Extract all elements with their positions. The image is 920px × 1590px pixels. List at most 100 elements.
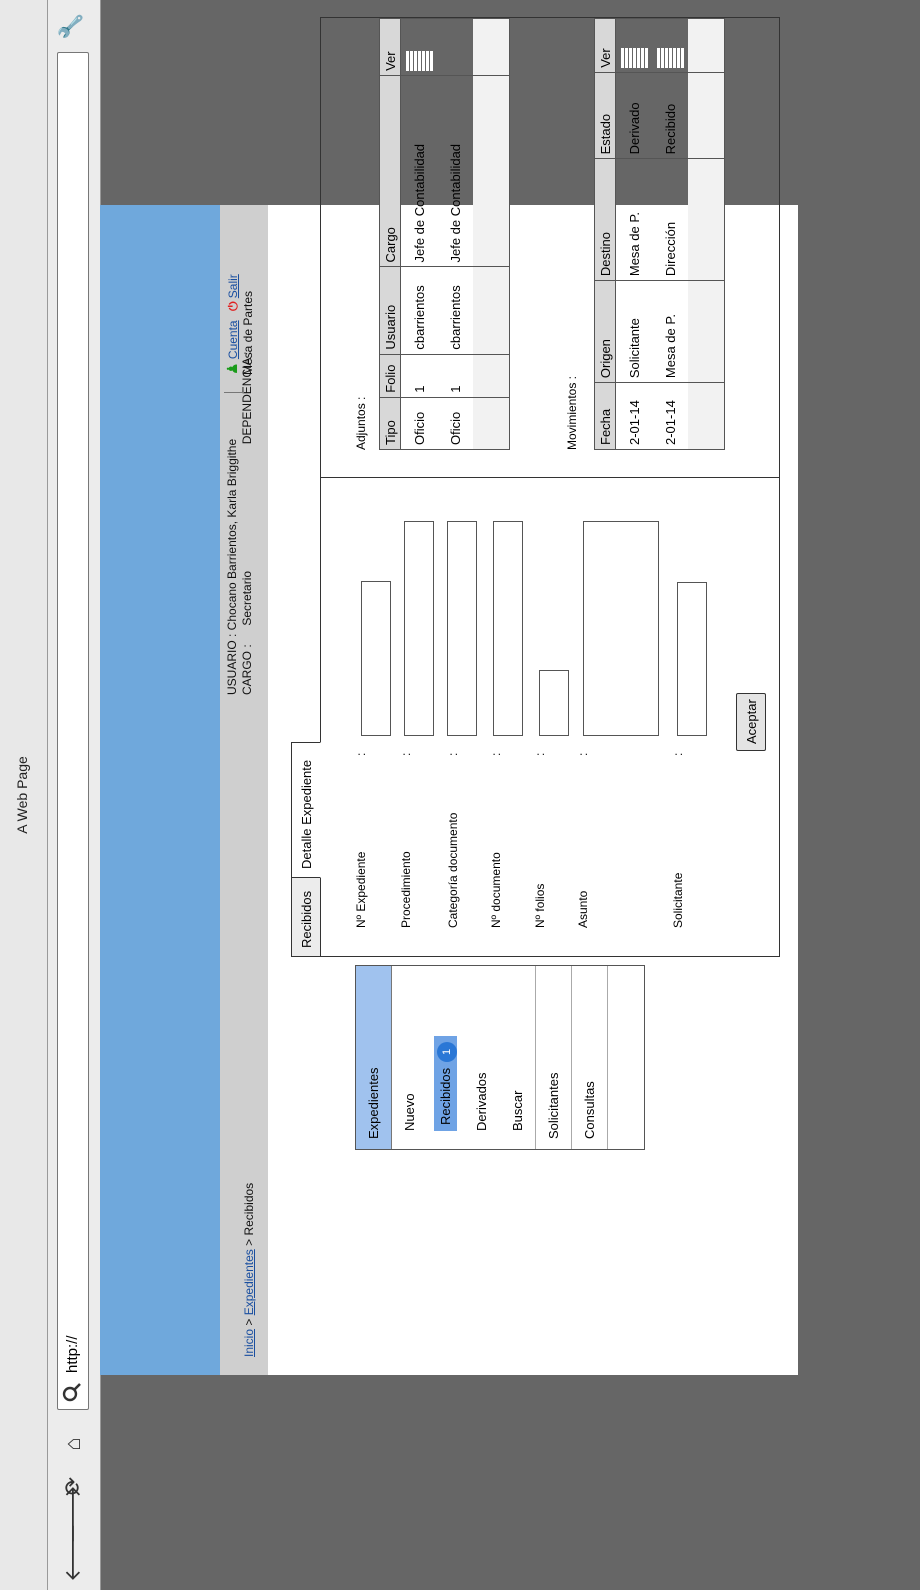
sidebar-item-consultas[interactable]: Consultas xyxy=(572,966,608,1149)
colon: : xyxy=(354,752,368,756)
url-input[interactable] xyxy=(63,71,82,1375)
address-bar[interactable] xyxy=(57,52,89,1410)
sidebar-item-label: Recibidos 1 xyxy=(434,1035,457,1131)
n-folios-label: Nº folios xyxy=(533,883,547,928)
cell-usuario: cbarrientos xyxy=(400,267,437,355)
window-titlebar: A Web Page xyxy=(0,0,48,1590)
view-icon[interactable] xyxy=(620,47,648,68)
cell-destino: Dirección xyxy=(652,158,688,281)
sidebar-item-label: Nuevo xyxy=(402,1093,417,1131)
sidebar-item-buscar[interactable]: Buscar xyxy=(500,966,536,1149)
cell-destino: Mesa de P. xyxy=(615,158,652,281)
table-row-empty xyxy=(473,18,510,450)
reload-icon[interactable]: ⟳ xyxy=(58,1472,88,1500)
cell-estado: Derivado xyxy=(615,72,652,159)
cell-tipo: Oficio xyxy=(400,397,437,450)
forward-arrow-icon[interactable]: 🡒 xyxy=(58,1485,88,1544)
back-arrow-icon[interactable]: 🡐 xyxy=(58,1523,88,1582)
view-icon[interactable] xyxy=(405,50,433,71)
account-links: ♟ Cuenta ⏻ Salir Mesa de Partes xyxy=(224,274,256,375)
user-info: USUARIO : Chocano Barrientos, Karla Brig… xyxy=(225,352,255,695)
cell-fecha: 2-01-14 xyxy=(615,382,652,450)
colon: : xyxy=(489,752,503,756)
cargo-value: Secretario xyxy=(240,570,254,626)
breadcrumb-inicio-link[interactable]: Inicio xyxy=(242,1329,256,1357)
app-header: Inicio > Expedientes > Recibidos USUARIO… xyxy=(220,205,268,1375)
panel-divider xyxy=(321,477,779,478)
tab-detalle-expediente[interactable]: Detalle Expediente xyxy=(291,742,321,878)
table-row: Oficio 1 cbarrientos Jefe de Contabilida… xyxy=(400,18,437,450)
sidebar: Expedientes Nuevo Recibidos 1 Derivados B… xyxy=(355,965,645,1150)
cell-cargo: Jefe de Contabilidad xyxy=(400,75,437,267)
cell-tipo: Oficio xyxy=(437,397,473,450)
tab-label: Detalle Expediente xyxy=(299,759,314,869)
column-header: Estado xyxy=(594,72,616,159)
tab-recibidos[interactable]: Recibidos xyxy=(291,877,321,957)
column-header: Destino xyxy=(594,158,616,281)
sidebar-item-derivados[interactable]: Derivados xyxy=(464,966,500,1149)
sidebar-item-text: Recibidos xyxy=(438,1067,453,1125)
window-title: A Web Page xyxy=(14,756,30,834)
app-page: Inicio > Expedientes > Recibidos USUARIO… xyxy=(220,17,798,1375)
asunto-label: Asunto xyxy=(576,890,590,928)
column-header: Tipo xyxy=(379,397,401,450)
breadcrumb: Inicio > Expedientes > Recibidos xyxy=(242,1183,256,1357)
procedimiento-input[interactable] xyxy=(404,521,434,736)
view-icon[interactable] xyxy=(656,47,684,68)
column-header: Folio xyxy=(379,354,401,398)
tab-label: Recibidos xyxy=(299,890,314,948)
column-header: Origen xyxy=(594,280,616,383)
sidebar-item-label: Consultas xyxy=(582,1081,597,1139)
dependencia-value: Mesa de Partes xyxy=(241,290,255,375)
cell-folio: 1 xyxy=(400,354,437,398)
usuario-label: USUARIO : xyxy=(225,633,239,695)
column-header: Usuario xyxy=(379,267,401,355)
cell-folio: 1 xyxy=(437,354,473,398)
cell-origen: Solicitante xyxy=(615,280,652,383)
movimientos-table: Fecha Origen Destino Estado Ver 2-01-14 … xyxy=(594,18,725,450)
cell-ver xyxy=(615,18,652,73)
categoria-label: Categoría documento xyxy=(446,812,460,928)
salir-link[interactable]: Salir xyxy=(226,274,240,298)
sidebar-item-recibidos[interactable]: Recibidos 1 xyxy=(428,966,464,1149)
table-row: 2-01-14 Mesa de P. Dirección Recibido xyxy=(652,18,688,450)
breadcrumb-separator: > xyxy=(242,1318,256,1326)
asunto-textarea[interactable] xyxy=(583,521,659,736)
n-folios-input[interactable] xyxy=(539,670,569,736)
movimientos-title: Movimientos : xyxy=(565,375,579,450)
solicitante-input[interactable] xyxy=(677,582,707,736)
table-header-row: Fecha Origen Destino Estado Ver xyxy=(594,18,616,450)
sidebar-item-label: Buscar xyxy=(510,1090,525,1131)
sidebar-item-nuevo[interactable]: Nuevo xyxy=(392,966,428,1149)
colon: : xyxy=(576,752,590,756)
sidebar-item-label: Derivados xyxy=(474,1072,489,1131)
home-icon[interactable]: ⌂ xyxy=(58,1430,88,1458)
cuenta-link[interactable]: Cuenta xyxy=(226,320,240,359)
cell-usuario: cbarrientos xyxy=(437,267,473,355)
colon: : xyxy=(446,752,460,756)
table-row: 2-01-14 Solicitante Mesa de P. Derivado xyxy=(615,18,652,450)
column-header: Cargo xyxy=(379,75,401,267)
browser-toolbar: 🡐 🡒 ⟳ ⌂ 🔧 xyxy=(48,0,101,1590)
categoria-input[interactable] xyxy=(447,521,477,736)
colon: : xyxy=(671,752,685,756)
n-documento-input[interactable] xyxy=(493,521,523,736)
detail-panel: Recibidos Detalle Expediente Nº Expedien… xyxy=(291,17,780,957)
power-icon[interactable]: ⏻ xyxy=(226,302,240,312)
sidebar-item-empty xyxy=(608,966,644,1149)
cell-ver xyxy=(652,18,688,73)
aceptar-button[interactable]: Aceptar xyxy=(736,693,766,751)
n-expediente-input[interactable] xyxy=(361,581,391,736)
colon: : xyxy=(533,752,547,756)
table-header-row: Tipo Folio Usuario Cargo Ver xyxy=(379,18,401,450)
cell-fecha: 2-01-14 xyxy=(652,382,688,450)
wrench-icon[interactable]: 🔧 xyxy=(58,13,84,40)
cell-origen: Mesa de P. xyxy=(652,280,688,383)
table-row-empty xyxy=(688,18,725,450)
n-documento-label: Nº documento xyxy=(489,852,503,928)
breadcrumb-expedientes-link[interactable]: Expedientes xyxy=(242,1249,256,1315)
cell-ver xyxy=(437,18,473,76)
sidebar-item-expedientes[interactable]: Expedientes xyxy=(356,966,392,1149)
sidebar-item-solicitantes[interactable]: Solicitantes xyxy=(536,966,572,1149)
solicitante-label: Solicitante xyxy=(671,872,685,928)
